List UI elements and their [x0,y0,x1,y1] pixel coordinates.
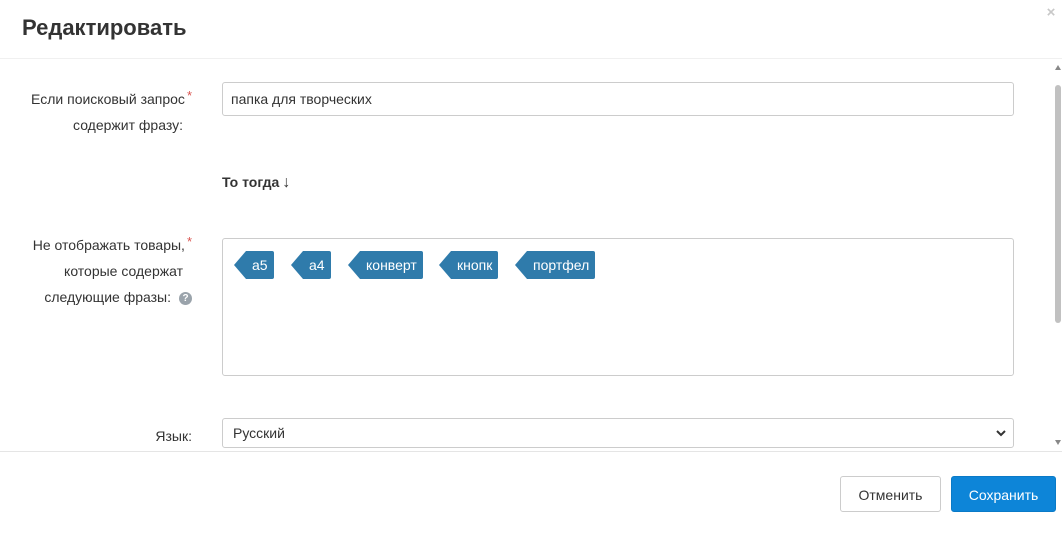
hide-products-label: Не отображать товары, * которые содержат … [33,232,192,310]
dialog-title: Редактировать [22,15,187,40]
tag-portfel[interactable]: портфел [514,251,596,279]
language-selected-value: Русский [233,425,285,441]
tag-a4[interactable]: а4 [291,251,331,279]
scroll-thumb[interactable] [1055,85,1061,323]
close-icon[interactable]: × [1044,5,1058,20]
tag-konvert[interactable]: конверт [348,251,423,279]
phrases-tag-input[interactable]: а5 а4 конверт кнопк портфел [222,238,1014,376]
query-label-line1: Если поисковый запрос [31,91,185,107]
query-label: Если поисковый запрос * содержит фразу: [31,86,192,138]
cancel-button[interactable]: Отменить [840,476,941,512]
arrow-down-icon: ↓ [282,174,291,191]
scrollbar[interactable] [1054,65,1062,445]
question-circle-icon[interactable]: ? [179,292,192,305]
scroll-down-icon[interactable] [1055,440,1061,445]
language-select[interactable]: Русский [222,418,1014,448]
hide-label-line1: Не отображать товары, [32,237,185,253]
then-label: То тогда ↓ [222,174,290,192]
required-mark: * [186,88,192,103]
then-label-text: То тогда [222,174,280,190]
dialog-footer: Отменить Сохранить [0,451,1062,533]
query-label-line2: содержит фразу: [73,117,183,133]
language-label: Язык: [155,428,192,444]
save-button[interactable]: Сохранить [951,476,1056,512]
tag-knopk[interactable]: кнопк [438,251,499,279]
edit-dialog: Редактировать × Если поисковый запрос * с… [0,0,1062,533]
required-mark: * [186,234,192,249]
scroll-up-icon[interactable] [1055,65,1061,70]
query-phrase-input[interactable] [222,82,1014,116]
dialog-header: Редактировать × [0,0,1062,59]
hide-label-line2: которые содержат [64,263,183,279]
hide-label-line3: следующие фразы: [44,289,171,305]
chevron-down-icon [996,430,1006,437]
dialog-body: Если поисковый запрос* содержит фразу: Т… [0,59,1062,451]
tag-a5[interactable]: а5 [234,251,274,279]
